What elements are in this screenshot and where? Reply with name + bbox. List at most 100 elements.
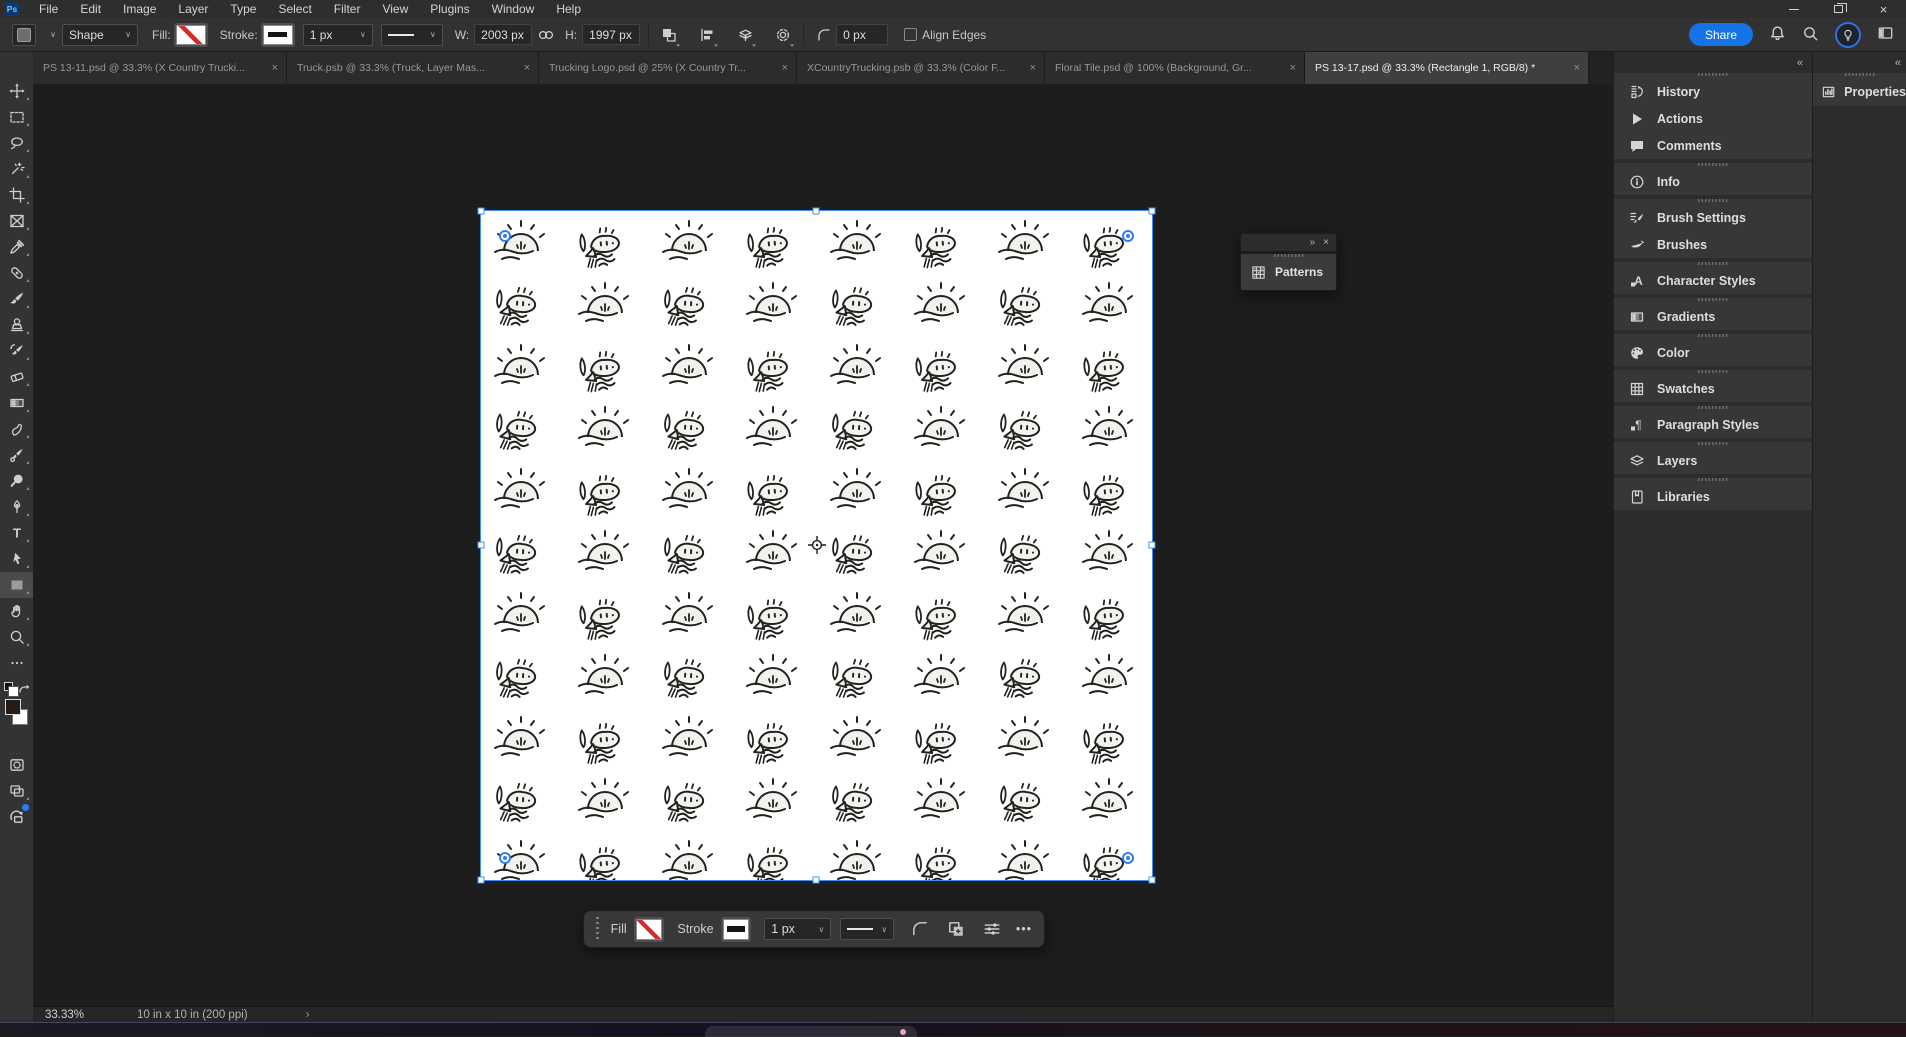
fill-swatch[interactable]	[175, 24, 206, 45]
edit-toolbar-button[interactable]	[0, 650, 33, 676]
spot-healing-brush-tool[interactable]	[0, 260, 33, 286]
zoom-tool[interactable]	[0, 624, 33, 650]
panel-drag-handle[interactable]	[1698, 199, 1728, 202]
screen-mode-button[interactable]	[0, 778, 33, 804]
hand-tool[interactable]	[0, 598, 33, 624]
collapse-dock-icon[interactable]: «	[1797, 57, 1803, 69]
tab-truck-psb[interactable]: Truck.psb @ 33.3% (Truck, Layer Mas... ×	[287, 52, 539, 84]
tool-preset-picker[interactable]	[12, 23, 36, 46]
magic-wand-tool[interactable]	[0, 156, 33, 182]
transform-handle-top-right[interactable]	[1148, 207, 1156, 215]
panel-drag-handle[interactable]	[1698, 442, 1728, 445]
ctx-stroke-width-select[interactable]: 1 px ∨	[764, 918, 832, 940]
panel-drag-handle[interactable]	[1844, 73, 1875, 76]
panel-drag-handle[interactable]	[1698, 334, 1728, 337]
panel-tab-brush-settings[interactable]: Brush Settings	[1614, 204, 1812, 231]
menu-select[interactable]: Select	[267, 0, 322, 18]
panel-drag-handle[interactable]	[1698, 262, 1728, 265]
tab-xcountrytrucking[interactable]: XCountryTrucking.psb @ 33.3% (Color F...…	[797, 52, 1045, 84]
panel-drag-handle[interactable]	[1698, 163, 1728, 166]
path-selection-tool[interactable]	[0, 546, 33, 572]
share-button[interactable]: Share	[1688, 23, 1753, 46]
menu-window[interactable]: Window	[481, 0, 546, 18]
tool-mode-select[interactable]: Shape ∨	[62, 23, 138, 46]
patterns-panel-header[interactable]: » ×	[1241, 234, 1336, 251]
panel-tab-paragraph-styles[interactable]: ¶ Paragraph Styles	[1614, 411, 1812, 438]
ctx-more-options[interactable]: •••	[1016, 922, 1032, 936]
quick-mask-button[interactable]	[0, 752, 33, 778]
align-edges-checkbox[interactable]	[904, 28, 918, 41]
path-operations-icon[interactable]	[657, 23, 681, 47]
pattern-origin-target-bottom-left[interactable]	[499, 852, 511, 864]
status-options-chevron[interactable]: ›	[306, 1009, 310, 1021]
ctx-corner-radius-icon[interactable]	[909, 917, 930, 941]
tab-ps-13-11[interactable]: PS 13-11.psd @ 33.3% (X Country Trucki..…	[33, 52, 287, 84]
discover-lightbulb-icon[interactable]	[1835, 21, 1861, 48]
pattern-origin-target-bottom-right[interactable]	[1122, 852, 1134, 864]
sync-status-icon[interactable]	[0, 804, 33, 830]
panel-tab-character-styles[interactable]: A Character Styles	[1614, 267, 1812, 294]
close-icon[interactable]: ×	[1030, 62, 1036, 74]
tool-preset-chevron[interactable]: ∨	[36, 24, 62, 46]
default-colors-icon[interactable]	[4, 682, 19, 697]
clone-stamp-tool[interactable]	[0, 312, 33, 338]
panel-tab-brushes[interactable]: Brushes	[1614, 231, 1812, 258]
stroke-style-select[interactable]: ∨	[380, 23, 443, 46]
menu-view[interactable]: View	[371, 0, 419, 18]
stroke-width-select[interactable]: 1 px ∨	[302, 23, 373, 46]
transform-handle-middle-left[interactable]	[477, 541, 485, 549]
window-minimize-button[interactable]	[1771, 0, 1816, 18]
frame-tool[interactable]	[0, 208, 33, 234]
menu-type[interactable]: Type	[219, 0, 267, 18]
collapse-panel-icon[interactable]: »	[1310, 237, 1316, 248]
collapse-dock-icon[interactable]: «	[1895, 57, 1901, 69]
panel-drag-handle[interactable]	[1698, 370, 1728, 373]
close-icon[interactable]: ×	[1574, 62, 1580, 74]
panel-tab-properties[interactable]: Properties	[1813, 78, 1906, 106]
panel-tab-layers[interactable]: Layers	[1614, 447, 1812, 474]
type-tool[interactable]: T	[0, 520, 33, 546]
menu-help[interactable]: Help	[545, 0, 592, 18]
taskbar-drag-handle[interactable]	[596, 917, 599, 941]
ctx-stroke-swatch[interactable]	[722, 918, 750, 940]
close-icon[interactable]: ×	[782, 62, 788, 74]
panel-tab-swatches[interactable]: Swatches	[1614, 375, 1812, 402]
window-close-button[interactable]: ×	[1861, 0, 1906, 18]
menu-plugins[interactable]: Plugins	[419, 0, 480, 18]
eyedropper-tool[interactable]	[0, 234, 33, 260]
close-icon[interactable]: ×	[524, 62, 530, 74]
lasso-tool[interactable]	[0, 130, 33, 156]
close-icon[interactable]: ×	[1290, 62, 1296, 74]
smudge-tool[interactable]	[0, 416, 33, 442]
close-icon[interactable]: ×	[1323, 237, 1329, 248]
menu-image[interactable]: Image	[112, 0, 167, 18]
mixer-brush-tool[interactable]	[0, 442, 33, 468]
width-field[interactable]: 2003 px	[474, 24, 533, 45]
height-field[interactable]: 1997 px	[582, 24, 641, 45]
panel-tab-history[interactable]: History	[1614, 78, 1812, 105]
move-tool[interactable]	[0, 78, 33, 104]
crop-tool[interactable]	[0, 182, 33, 208]
foreground-color-swatch[interactable]	[5, 699, 21, 715]
pattern-origin-target-top-left[interactable]	[499, 230, 511, 242]
panel-tab-libraries[interactable]: Libraries	[1614, 483, 1812, 510]
eraser-tool[interactable]	[0, 364, 33, 390]
panel-drag-handle[interactable]	[1698, 298, 1728, 301]
rectangular-marquee-tool[interactable]	[0, 104, 33, 130]
transform-handle-middle-right[interactable]	[1148, 541, 1156, 549]
document-canvas[interactable]	[477, 207, 1156, 884]
rectangle-tool[interactable]	[0, 572, 33, 598]
workspace-switcher-icon[interactable]	[1877, 25, 1894, 44]
stroke-swatch[interactable]	[262, 24, 293, 45]
menu-layer[interactable]: Layer	[167, 0, 219, 18]
swap-colors-icon[interactable]	[18, 683, 30, 695]
panel-tab-comments[interactable]: Comments	[1614, 132, 1812, 159]
link-dimensions-icon[interactable]	[534, 23, 558, 47]
menu-filter[interactable]: Filter	[323, 0, 372, 18]
tab-floral-tile[interactable]: Floral Tile.psd @ 100% (Background, Gr..…	[1045, 52, 1305, 84]
shape-settings-gear-icon[interactable]	[771, 23, 795, 47]
transform-handle-bottom-right[interactable]	[1148, 876, 1156, 884]
transform-handle-top-left[interactable]	[477, 207, 485, 215]
path-arrangement-icon[interactable]	[733, 23, 757, 47]
ctx-stroke-style-select[interactable]: ∨	[840, 918, 895, 940]
